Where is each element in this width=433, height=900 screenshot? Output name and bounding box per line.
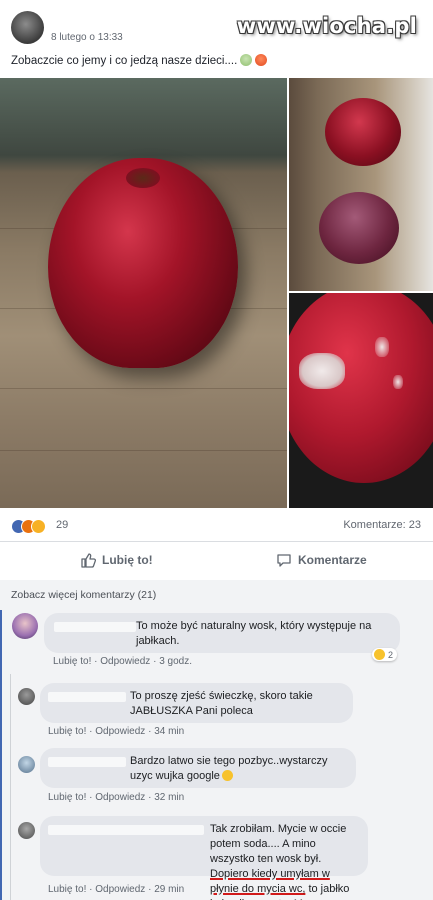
thumbs-up-icon bbox=[81, 553, 96, 568]
commenter-avatar[interactable] bbox=[18, 756, 35, 773]
comment-reply-link[interactable]: Odpowiedz bbox=[100, 656, 150, 667]
post-text-content: Zobaczcie co jemy i co jedzą nasze dziec… bbox=[11, 55, 238, 67]
comments-section: Zobacz więcej komentarzy (21) To może by… bbox=[0, 580, 433, 900]
comment-text: To może być naturalny wosk, który występ… bbox=[136, 620, 372, 647]
author-avatar[interactable] bbox=[11, 11, 44, 44]
post-timestamp[interactable]: 8 lutego o 13:33 bbox=[51, 32, 123, 43]
comment-meta: Lubię to! · Odpowiedz · 34 min bbox=[48, 726, 185, 737]
apple-illustration bbox=[48, 158, 238, 368]
commenter-avatar[interactable] bbox=[12, 613, 38, 639]
comment-button[interactable]: Komentarze bbox=[276, 552, 367, 568]
comment-meta: Lubię to! · Odpowiedz · 29 min bbox=[48, 884, 185, 895]
angry-face-icon bbox=[255, 54, 268, 66]
reactions-count[interactable]: 29 bbox=[56, 519, 68, 531]
comment-text: To proszę zjeść świeczkę, skoro takie JA… bbox=[130, 690, 313, 717]
comment-bubble: To może być naturalny wosk, który występ… bbox=[44, 613, 400, 653]
post-header: 8 lutego o 13:33 www.wiocha.pl Zobaczcie… bbox=[0, 0, 433, 80]
comment-reaction-badge[interactable]: 2 bbox=[372, 648, 398, 661]
speech-bubble-icon bbox=[277, 554, 291, 567]
commenter-avatar[interactable] bbox=[18, 688, 35, 705]
facebook-post: 8 lutego o 13:33 www.wiocha.pl Zobaczcie… bbox=[0, 0, 433, 900]
commenter-name-redacted bbox=[48, 757, 126, 767]
commenter-name-redacted bbox=[48, 825, 204, 835]
comment-button-label: Komentarze bbox=[298, 553, 367, 567]
comment-bubble: Bardzo latwo sie tego pozbyc..wystarczy … bbox=[40, 748, 356, 788]
post-photos bbox=[0, 78, 433, 508]
comment-time[interactable]: 3 godz. bbox=[159, 656, 192, 667]
comment-time[interactable]: 34 min bbox=[154, 726, 184, 737]
comment-bubble: To proszę zjeść świeczkę, skoro takie JA… bbox=[40, 683, 353, 723]
comment-reply-link[interactable]: Odpowiedz bbox=[95, 792, 145, 803]
sad-icon bbox=[31, 519, 46, 534]
like-button[interactable]: Lubię to! bbox=[80, 552, 153, 568]
post-text: Zobaczcie co jemy i co jedzą nasze dziec… bbox=[11, 54, 268, 67]
smiley-icon bbox=[221, 770, 233, 781]
comment-bubble: Tak zrobiłam. Mycie w occie potem soda..… bbox=[40, 816, 368, 900]
like-button-label: Lubię to! bbox=[102, 553, 153, 567]
commenter-avatar[interactable] bbox=[18, 822, 35, 839]
sad-face-icon bbox=[240, 54, 253, 66]
comment-text-before: Tak zrobiłam. Mycie w occie potem soda..… bbox=[210, 823, 347, 865]
comments-count[interactable]: Komentarze: 23 bbox=[343, 519, 421, 531]
comment-like-link[interactable]: Lubię to! bbox=[48, 884, 86, 895]
photo-two-apples[interactable] bbox=[289, 78, 433, 291]
post-actions: Lubię to! Komentarze bbox=[0, 541, 433, 581]
comment-like-link[interactable]: Lubię to! bbox=[48, 726, 86, 737]
post-stats: 29 Komentarze: 23 bbox=[0, 510, 433, 540]
commenter-name-redacted bbox=[48, 692, 126, 702]
comment-reply-link[interactable]: Odpowiedz bbox=[95, 884, 145, 895]
comment-reaction-count: 2 bbox=[388, 649, 394, 660]
comment-time[interactable]: 29 min bbox=[154, 884, 184, 895]
comment-like-link[interactable]: Lubię to! bbox=[53, 656, 91, 667]
comment-reply-link[interactable]: Odpowiedz bbox=[95, 726, 145, 737]
watermark: www.wiocha.pl bbox=[236, 14, 417, 38]
photo-apple-on-table[interactable] bbox=[0, 78, 287, 508]
photo-apple-wax-closeup[interactable] bbox=[289, 293, 433, 508]
comment-like-link[interactable]: Lubię to! bbox=[48, 792, 86, 803]
comment-meta: Lubię to! · Odpowiedz · 32 min bbox=[48, 792, 185, 803]
laughing-face-icon bbox=[374, 649, 385, 660]
comment-meta: Lubię to! · Odpowiedz · 3 godz. bbox=[53, 656, 192, 667]
commenter-name-redacted bbox=[54, 622, 136, 632]
comment-time[interactable]: 32 min bbox=[154, 792, 184, 803]
reply-thread-line bbox=[10, 674, 11, 900]
view-more-comments-link[interactable]: Zobacz więcej komentarzy (21) bbox=[11, 589, 156, 601]
comments-left-border bbox=[0, 610, 2, 900]
